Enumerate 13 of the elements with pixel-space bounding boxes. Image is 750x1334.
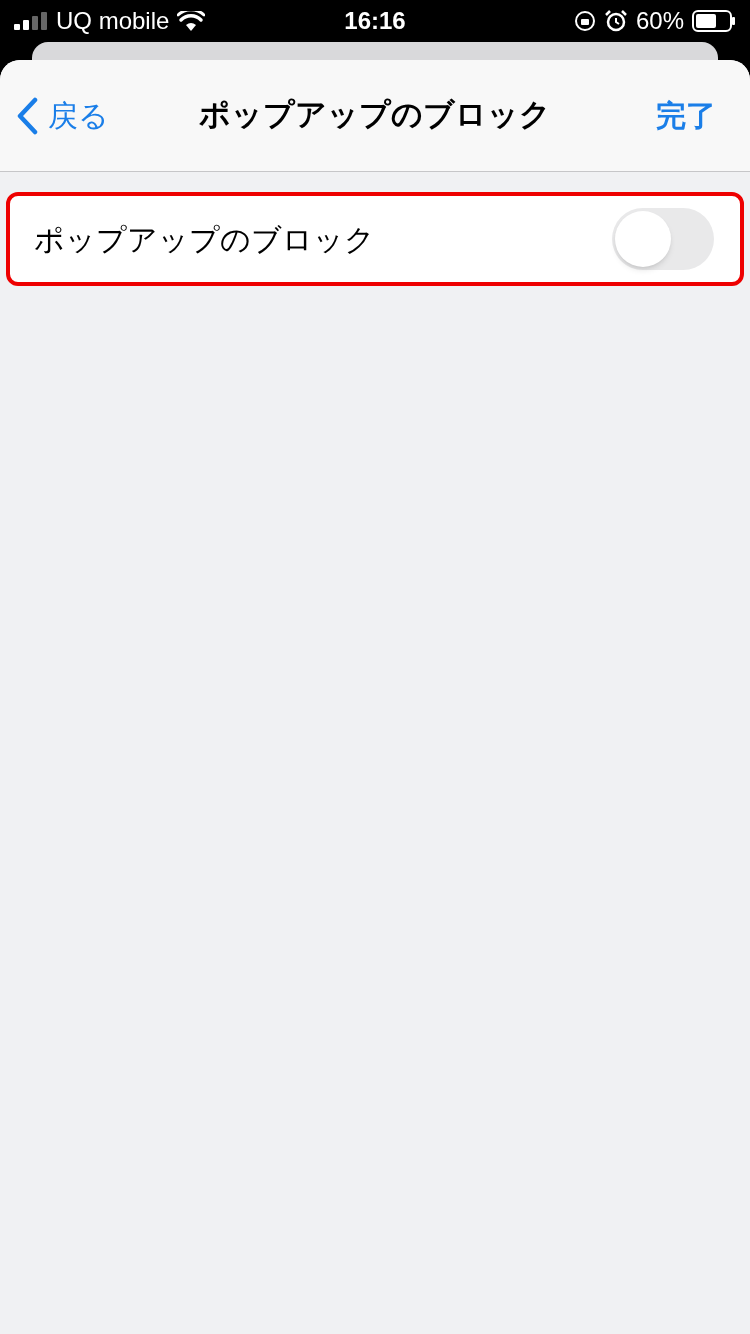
battery-percent: 60% (635, 6, 684, 36)
wifi-icon (177, 11, 206, 31)
alarm-icon (603, 9, 628, 33)
setting-label: ポップアップのブロック (34, 221, 375, 258)
clock-time: 16:16 (344, 6, 406, 36)
battery-icon (692, 10, 736, 32)
rotation-lock-icon (573, 10, 596, 32)
carrier-name: UQ mobile (56, 6, 170, 36)
back-button[interactable]: 戻る (16, 93, 186, 138)
signal-icon (14, 12, 48, 30)
page-title: ポップアップのブロック (199, 96, 551, 135)
chevron-left-icon (16, 96, 38, 135)
done-button[interactable]: 完了 (564, 93, 734, 138)
